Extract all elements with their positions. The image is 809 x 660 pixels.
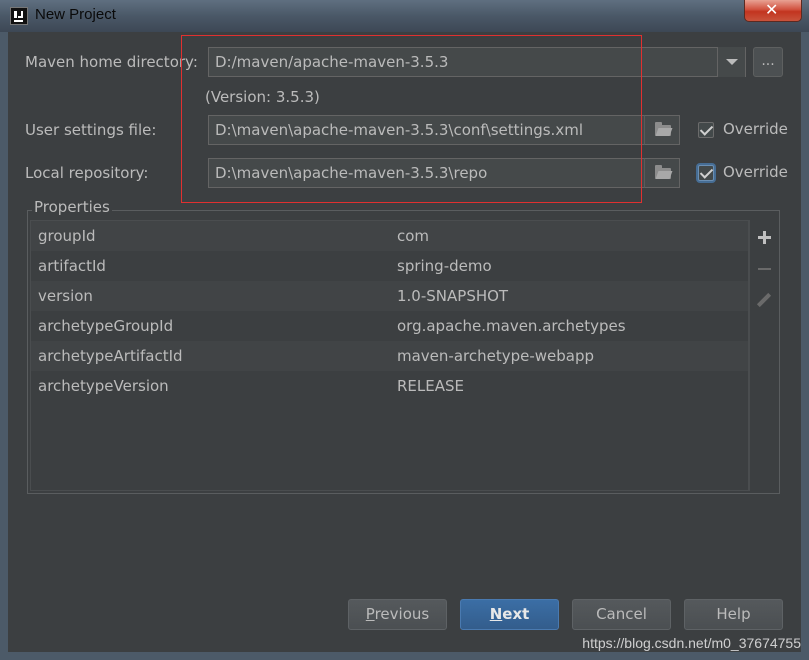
- help-button[interactable]: Help: [684, 599, 783, 630]
- property-value: spring-demo: [397, 257, 492, 275]
- cancel-button[interactable]: Cancel: [572, 599, 671, 630]
- window-title: New Project: [35, 6, 116, 23]
- window-frame-right: [801, 32, 809, 660]
- annotation-highlight-box: [181, 35, 642, 203]
- title-bar: New Project ✕: [0, 0, 809, 32]
- property-key: artifactId: [38, 257, 106, 275]
- window-frame-bottom: [0, 652, 809, 660]
- property-value: 1.0-SNAPSHOT: [397, 287, 509, 305]
- table-row[interactable]: archetypeArtifactId maven-archetype-webap…: [31, 341, 748, 371]
- next-label-rest: ext: [502, 605, 530, 623]
- watermark-text: https://blog.csdn.net/m0_37674755: [582, 635, 801, 651]
- add-property-icon[interactable]: [758, 231, 771, 244]
- table-row[interactable]: archetypeGroupId org.apache.maven.archety…: [31, 311, 748, 341]
- property-key: version: [38, 287, 93, 305]
- dialog-content: Maven home directory: D:/maven/apache-ma…: [8, 32, 801, 652]
- chevron-down-icon: [726, 59, 738, 65]
- folder-icon: [655, 165, 671, 179]
- maven-home-dropdown-button[interactable]: [717, 47, 745, 77]
- maven-home-label: Maven home directory:: [25, 53, 198, 71]
- table-row[interactable]: version 1.0-SNAPSHOT: [31, 281, 748, 311]
- intellij-app-icon: [10, 7, 28, 25]
- previous-button[interactable]: Previous: [348, 599, 447, 630]
- local-repo-override-checkbox[interactable]: [698, 165, 714, 181]
- remove-property-icon[interactable]: [758, 268, 771, 270]
- table-row[interactable]: artifactId spring-demo: [31, 251, 748, 281]
- user-settings-override-label: Override: [723, 120, 788, 138]
- property-key: groupId: [38, 227, 96, 245]
- property-key: archetypeVersion: [38, 377, 169, 395]
- property-value: com: [397, 227, 430, 245]
- previous-label-rest: revious: [374, 605, 430, 623]
- user-settings-label: User settings file:: [25, 121, 157, 139]
- checkmark-icon: [699, 165, 714, 179]
- property-value: org.apache.maven.archetypes: [397, 317, 626, 335]
- property-key: archetypeArtifactId: [38, 347, 183, 365]
- window-frame-left: [0, 32, 8, 660]
- properties-toolbar: [749, 220, 778, 491]
- property-key: archetypeGroupId: [38, 317, 174, 335]
- next-mnemonic: N: [489, 605, 503, 623]
- property-value: RELEASE: [397, 377, 464, 395]
- previous-mnemonic: P: [365, 605, 375, 623]
- checkmark-icon: [699, 122, 714, 136]
- maven-home-browse-button[interactable]: ...: [753, 47, 783, 77]
- local-repo-label: Local repository:: [25, 164, 149, 182]
- properties-title: Properties: [32, 198, 112, 216]
- close-button[interactable]: ✕: [744, 0, 802, 22]
- user-settings-override-checkbox[interactable]: [698, 122, 714, 138]
- local-repo-override-label: Override: [723, 163, 788, 181]
- properties-table[interactable]: groupId com artifactId spring-demo version 1.…: [30, 220, 749, 491]
- property-value: maven-archetype-webapp: [397, 347, 595, 365]
- table-row[interactable]: archetypeVersion RELEASE: [31, 371, 748, 401]
- local-repo-browse-button[interactable]: [644, 158, 680, 188]
- table-row[interactable]: groupId com: [31, 221, 748, 251]
- user-settings-browse-button[interactable]: [644, 115, 680, 145]
- next-button[interactable]: Next: [460, 599, 559, 630]
- edit-property-icon[interactable]: [756, 292, 772, 308]
- folder-icon: [655, 122, 671, 136]
- close-icon: ✕: [765, 0, 779, 19]
